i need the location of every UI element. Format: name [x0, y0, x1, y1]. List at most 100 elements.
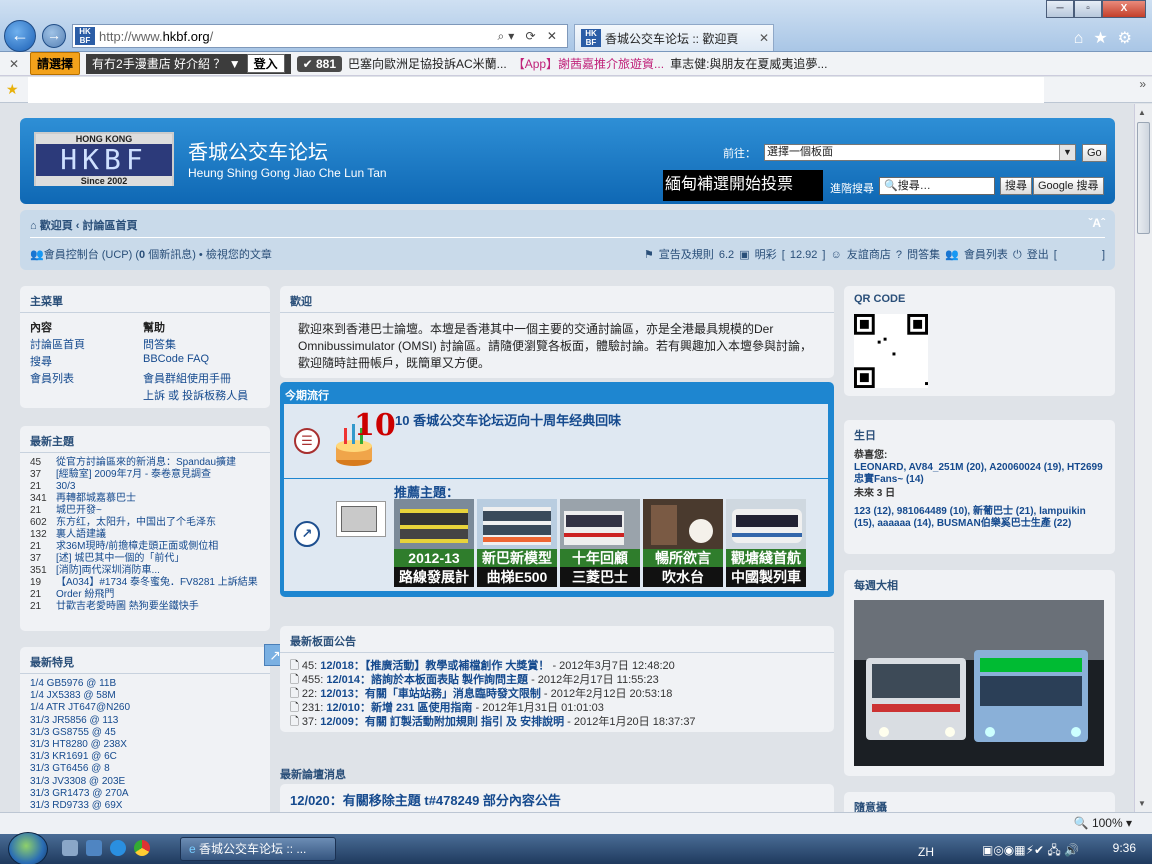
show-desktop-icon[interactable]: [62, 840, 78, 856]
members-link[interactable]: 👥 會員列表: [945, 249, 1008, 261]
topic-row[interactable]: 45 從官方討論區來的新消息：Spandau擴建: [30, 457, 260, 469]
gear-icon[interactable]: ⚙: [1118, 30, 1142, 47]
fav-link-1[interactable]: 巴塞向歐洲足協投訴AC米蘭...: [348, 55, 507, 72]
tray-icons[interactable]: ▣◎◉▦⚡✔ 🖧 🔊: [982, 841, 1079, 862]
recommend-thumb[interactable]: 新巴新模型 曲梯E500: [477, 499, 557, 587]
fav-link-2[interactable]: 【App】謝茜嘉推介旅遊資...: [513, 55, 664, 72]
topic-row[interactable]: 351 [消防]両代深圳消防車...: [30, 565, 260, 577]
tab-close-icon[interactable]: ✕: [759, 31, 769, 45]
favorites-star-icon[interactable]: ★: [6, 81, 19, 98]
spotting-item[interactable]: 1/4 JX5383 @ 58M: [30, 690, 260, 702]
scroll-thumb[interactable]: [1137, 122, 1150, 234]
spotting-item[interactable]: 31/3 GR1473 @ 270A: [30, 788, 260, 800]
crumb-home[interactable]: 歡迎頁: [40, 220, 73, 232]
search-button[interactable]: 搜尋: [1000, 177, 1032, 195]
browser-tool-icons[interactable]: ⌂★⚙: [1074, 28, 1142, 48]
announcement-title[interactable]: 12/010：新增 231 區使用指南: [326, 702, 472, 714]
language-indicator[interactable]: ZH: [918, 845, 934, 859]
announcement-title[interactable]: 12/009：有關 訂製活動附加規則 指引 及 安排說明: [320, 716, 564, 728]
announcement-title[interactable]: 12/013：有關「車站站務」消息臨時發文限制: [320, 688, 541, 700]
topic-title[interactable]: 城巴开發~: [56, 505, 260, 517]
promo-box[interactable]: 有冇2手漫畫店 好介紹 ？ ▼ 登入: [86, 53, 291, 74]
topic-title[interactable]: 求36M現時/前擔樟走頭正面或側位相: [56, 541, 260, 553]
featured-main[interactable]: ☰ 10 10 香城公交车论坛迈向十周年经典回味: [284, 404, 828, 478]
topic-row[interactable]: 21 城巴开發~: [30, 505, 260, 517]
shop-link[interactable]: ☺ 友誼商店: [831, 249, 891, 261]
topic-title[interactable]: Order 紛飛門: [56, 589, 260, 601]
latest-news-headline[interactable]: 12/020：有關移除主題 t#478249 部分內容公告: [280, 784, 834, 812]
advanced-search-link[interactable]: 進階搜尋: [830, 180, 874, 196]
switch-windows-icon[interactable]: [86, 840, 102, 856]
site-logo[interactable]: HONG KONG HKBF Since 2002: [34, 132, 174, 186]
announcement-row[interactable]: 🗋 22: 12/013：有關「車站站務」消息臨時發文限制 - 2012年2月12…: [290, 687, 824, 701]
count-badge[interactable]: ✔ 881: [296, 55, 343, 72]
topic-title[interactable]: 從官方討論區來的新消息：Spandau擴建: [56, 457, 260, 469]
spotting-item[interactable]: 31/3 GT6456 @ 8: [30, 763, 260, 775]
topic-title[interactable]: [經驗室] 2009年7月 - 泰卷意見調查: [56, 469, 260, 481]
faq-link[interactable]: ? 問答集: [896, 249, 940, 261]
birthday-upcoming[interactable]: 123 (12), 981064489 (10), 新葡巴士 (21), lam…: [854, 506, 1105, 530]
topic-row[interactable]: 602 东方红，太阳升，中国出了个毛泽东: [30, 517, 260, 529]
close-button[interactable]: X: [1102, 0, 1146, 18]
spotting-item[interactable]: 31/3 JV3308 @ 203E: [30, 776, 260, 788]
featured-main-title[interactable]: 10 香城公交车论坛迈向十周年经典回味: [395, 410, 621, 429]
money-link[interactable]: ▣ 明彩 [ 12.92 ]: [739, 249, 825, 261]
topic-title[interactable]: 30/3: [56, 481, 260, 493]
recommend-thumb[interactable]: 2012-13路線發展計劃: [394, 499, 474, 587]
topic-title[interactable]: [消防]両代深圳消防車...: [56, 565, 260, 577]
star-icon[interactable]: ★: [1093, 30, 1117, 47]
spotting-item[interactable]: 31/3 RD9733 @ 69X: [30, 800, 260, 812]
clock[interactable]: 9:36: [1113, 841, 1136, 855]
announcement-row[interactable]: 🗋 45: 12/018：【推廣活動】教學或補檔創作 大獎賞！ - 2012年3月…: [290, 659, 824, 673]
topic-row[interactable]: 19 【A034】#1734 泰冬蜜兔．FV8281 上訴結果: [30, 577, 260, 589]
spotting-item[interactable]: 1/4 GB5976 @ 11B: [30, 678, 260, 690]
recommend-thumb[interactable]: 觀塘綫首航 中國製列車: [726, 499, 806, 587]
topic-title[interactable]: 【A034】#1734 泰冬蜜兔．FV8281 上訴結果: [56, 577, 260, 589]
small-thumb[interactable]: [336, 501, 386, 537]
logout-link[interactable]: ⏻ 登出 [: [1013, 249, 1057, 261]
topic-title[interactable]: 再轉都城嘉慕巴士: [56, 493, 260, 505]
vertical-scrollbar[interactable]: ▲ ▼: [1134, 104, 1152, 812]
address-controls[interactable]: ⌕▾ ⟳ ✕: [497, 29, 561, 44]
birthday-today[interactable]: LEONARD, AV84_251M (20), A20060024 (19),…: [854, 462, 1105, 486]
menu-item-appeal[interactable]: 上訴 或 投訴板務人員: [143, 387, 268, 403]
ie-icon[interactable]: [110, 840, 126, 856]
topic-row[interactable]: 341 再轉都城嘉慕巴士: [30, 493, 260, 505]
recommend-thumb[interactable]: 十年回顧 三菱巴士: [560, 499, 640, 587]
crumb-index[interactable]: 討論區首頁: [83, 220, 138, 232]
login-button[interactable]: 登入: [246, 54, 285, 73]
topic-title[interactable]: [述] 城巴其中一個的「前代」: [56, 553, 260, 565]
topic-row[interactable]: 21 求36M現時/前擔樟走頭正面或側位相: [30, 541, 260, 553]
scroll-down-icon[interactable]: ▼: [1138, 799, 1146, 808]
browser-tab[interactable]: HK BF 香城公交车论坛 :: 歡迎頁 ✕: [574, 24, 774, 51]
start-button[interactable]: [8, 832, 48, 864]
fav-link-3[interactable]: 車志健:與朋友在夏威夷追夢...: [670, 55, 827, 72]
scroll-up-icon[interactable]: ▲: [1138, 108, 1146, 117]
menu-item-search[interactable]: 搜尋: [30, 353, 143, 369]
recommend-thumb[interactable]: 暢所欲言 吹水台: [643, 499, 723, 587]
minimize-button[interactable]: ─: [1046, 0, 1074, 18]
menu-item-index[interactable]: 討論區首頁: [30, 336, 143, 352]
spotting-item[interactable]: 31/3 GS8755 @ 45: [30, 727, 260, 739]
spotting-item[interactable]: 31/3 HT8280 @ 238X: [30, 739, 260, 751]
menu-item-faq[interactable]: 問答集: [143, 336, 268, 352]
news-banner[interactable]: 緬甸補選開始投票: [663, 170, 823, 201]
search-input[interactable]: 🔍搜尋…: [879, 177, 995, 195]
topic-title[interactable]: 廿歡吉老愛時圖 熱狗要坐鐵快手: [56, 601, 260, 613]
taskbar-window[interactable]: e 香城公交车论坛 :: ...: [180, 837, 336, 861]
spotting-item[interactable]: 31/3 JR5856 @ 113: [30, 715, 260, 727]
topic-row[interactable]: 21 30/3: [30, 481, 260, 493]
topic-row[interactable]: 132 裏人語建議: [30, 529, 260, 541]
more-chevron-icon[interactable]: »: [1139, 77, 1146, 91]
topic-title[interactable]: 东方红，太阳升，中国出了个毛泽东: [56, 517, 260, 529]
address-bar[interactable]: HK BF http://www.hkbf.org/ ⌕▾ ⟳ ✕: [72, 24, 568, 48]
menu-item-manual[interactable]: 會員群組使用手冊: [143, 370, 268, 386]
announcement-row[interactable]: 🗋 231: 12/010：新增 231 區使用指南 - 2012年1月31日 0…: [290, 701, 824, 715]
menu-item-members[interactable]: 會員列表: [30, 370, 143, 386]
topic-row[interactable]: 37 [經驗室] 2009年7月 - 泰卷意見調查: [30, 469, 260, 481]
home-icon[interactable]: ⌂: [1074, 30, 1094, 47]
weekly-photo[interactable]: [854, 600, 1104, 766]
announcement-row[interactable]: 🗋 455: 12/014：諮詢於本板面表貼 製作詢問主題 - 2012年2月17…: [290, 673, 824, 687]
announcement-title[interactable]: 12/014：諮詢於本板面表貼 製作詢問主題: [326, 674, 528, 686]
ucp-link[interactable]: 👥會員控制台 (UCP) (0 個新訊息) • 檢視您的文章: [30, 246, 272, 262]
